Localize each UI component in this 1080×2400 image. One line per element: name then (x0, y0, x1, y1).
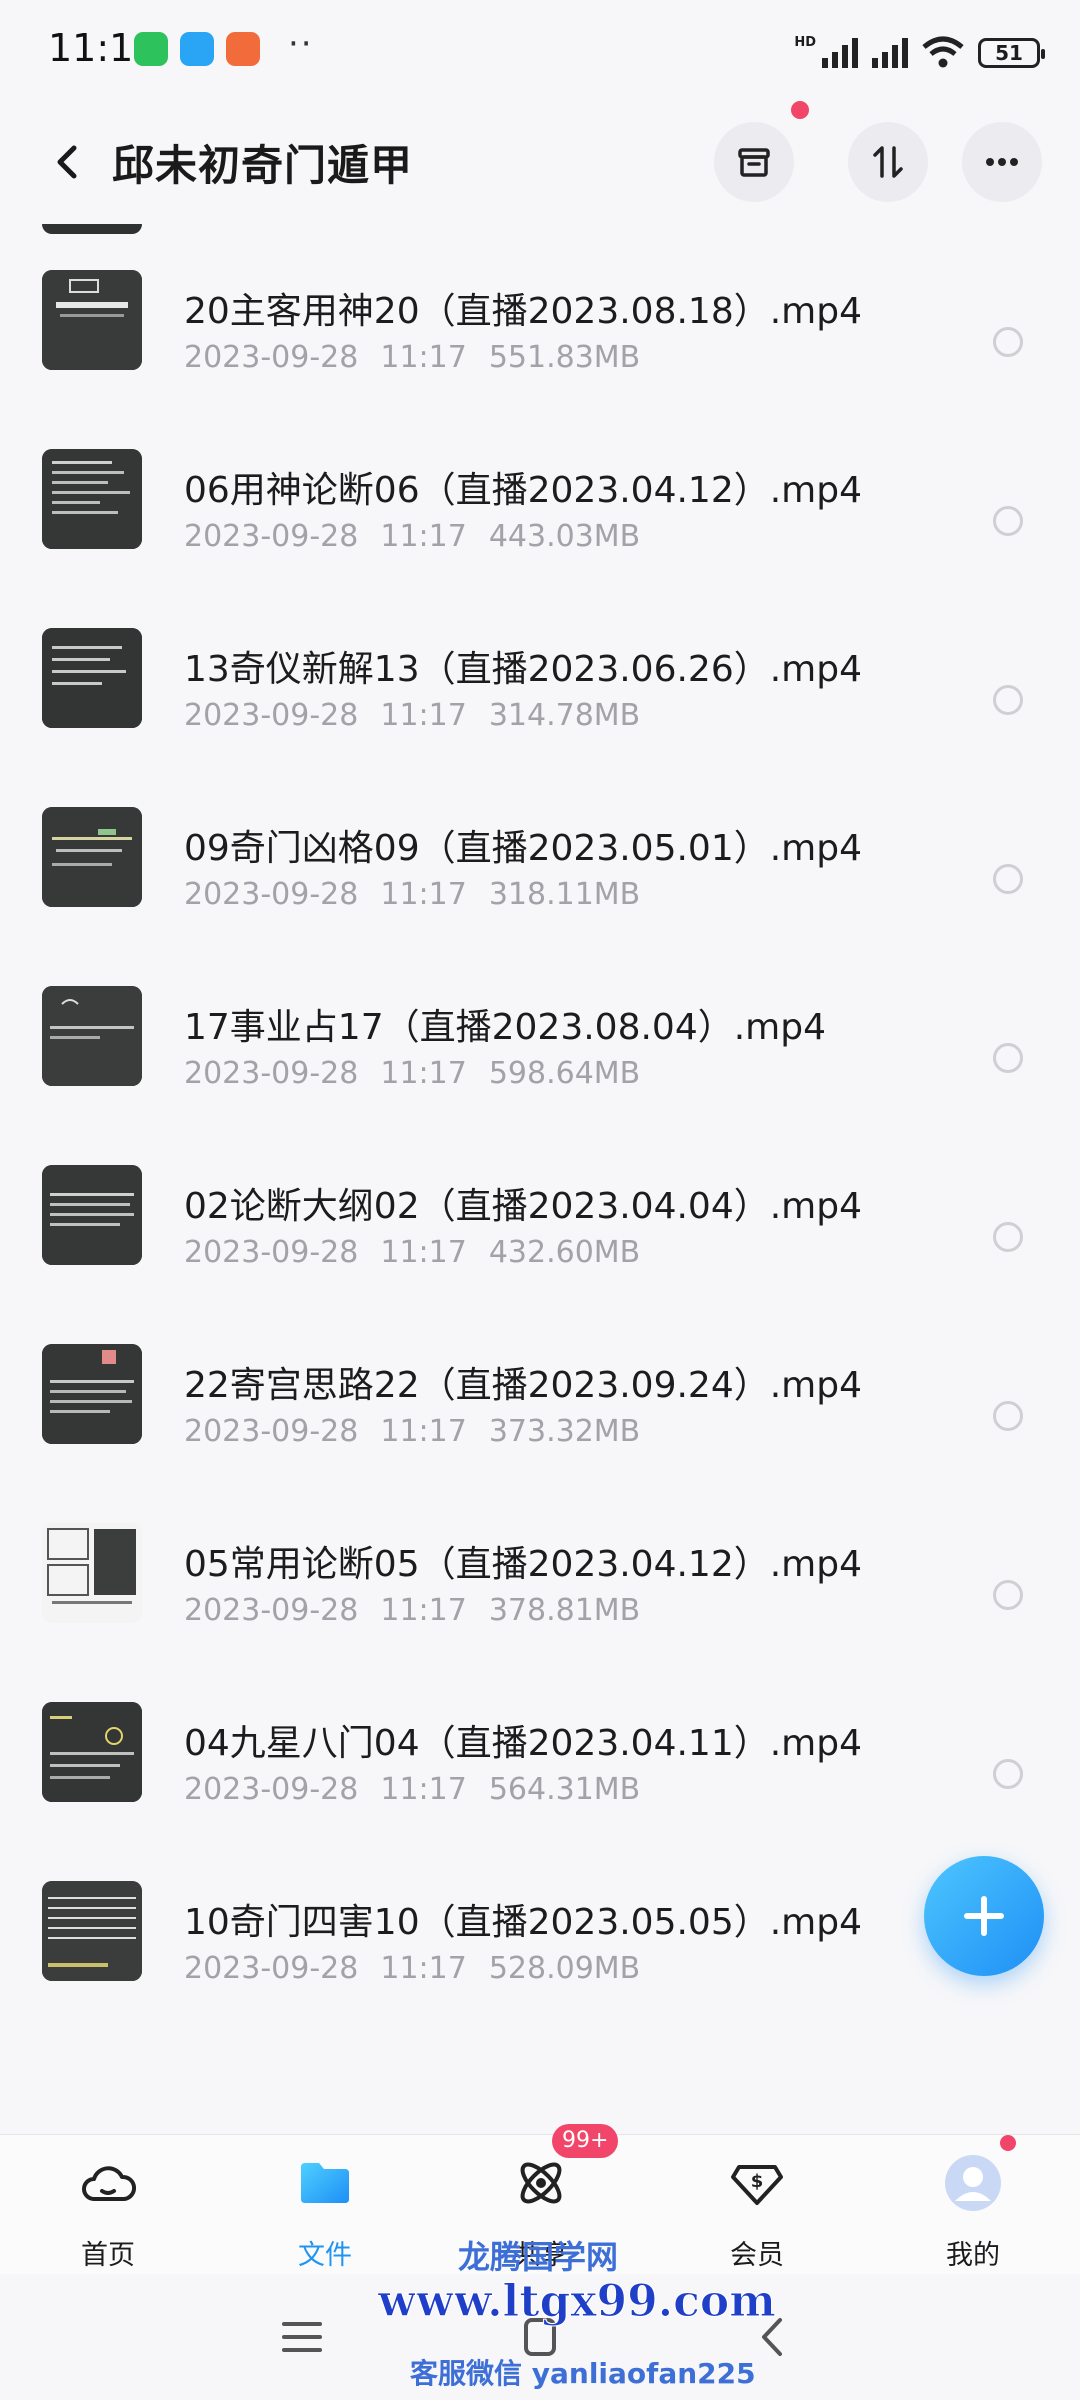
list-item[interactable]: 22寄宫思路22（直播2023.09.24）.mp4 2023-09-28 11:… (0, 1344, 1080, 1523)
list-item[interactable]: 06用神论断06（直播2023.04.12）.mp4 2023-09-28 11:… (0, 449, 1080, 628)
tab-member-label: 会员 (730, 2240, 784, 2271)
video-thumbnail (42, 1344, 142, 1444)
avatar-icon (945, 2155, 1001, 2211)
tab-home-label: 首页 (81, 2240, 135, 2271)
member-badge-icon: $ (731, 2165, 783, 2205)
file-name: 02论断大纲02（直播2023.04.04）.mp4 (184, 1186, 863, 1227)
watermark-url: www.ltgx99.com (378, 2276, 777, 2328)
folder-icon (301, 2163, 349, 2203)
select-checkbox[interactable] (993, 1222, 1023, 1252)
status-bar: 11:19 ·· HD 51 (0, 0, 1080, 100)
video-thumbnail (42, 628, 142, 728)
more-dots-icon (986, 158, 1018, 166)
file-name: 13奇仪新解13（直播2023.06.26）.mp4 (184, 649, 863, 690)
video-thumbnail (42, 270, 142, 370)
list-item[interactable]: 20主客用神20（直播2023.08.18）.mp4 2023-09-28 11:… (0, 270, 1080, 449)
watermark-site-name: 龙腾国学网 (458, 2238, 619, 2276)
plus-icon (964, 1896, 1004, 1936)
app-notification-icon (180, 32, 214, 66)
wifi-icon (922, 36, 964, 68)
menu-lines-icon (282, 2322, 322, 2352)
select-checkbox[interactable] (993, 1580, 1023, 1610)
tab-files[interactable]: 文件 (255, 2149, 395, 2271)
add-button[interactable] (924, 1856, 1044, 1976)
video-thumbnail (42, 1523, 142, 1623)
file-meta: 2023-09-28 11:17 432.60MB (184, 1235, 641, 1270)
notification-dot (791, 101, 809, 119)
tab-home[interactable]: 首页 (38, 2149, 178, 2271)
sort-arrows-icon (873, 146, 903, 178)
file-meta: 2023-09-28 11:17 314.78MB (184, 698, 641, 733)
file-meta: 2023-09-28 11:17 528.09MB (184, 1951, 641, 1986)
video-thumbnail (42, 449, 142, 549)
select-checkbox[interactable] (993, 1759, 1023, 1789)
more-options-button[interactable] (962, 122, 1042, 202)
file-name: 17事业占17（直播2023.08.04）.mp4 (184, 1007, 827, 1048)
cloud-home-icon (82, 2166, 137, 2201)
file-meta: 2023-09-28 11:17 564.31MB (184, 1772, 641, 1807)
select-checkbox[interactable] (993, 1043, 1023, 1073)
video-thumbnail (42, 1881, 142, 1981)
signal-2-icon (872, 36, 908, 68)
file-meta: 2023-09-28 11:17 318.11MB (184, 877, 641, 912)
video-thumbnail (42, 224, 142, 234)
select-checkbox[interactable] (993, 327, 1023, 357)
svg-text:$: $ (751, 2171, 764, 2192)
video-thumbnail (42, 986, 142, 1086)
list-item[interactable]: 13奇仪新解13（直播2023.06.26）.mp4 2023-09-28 11:… (0, 628, 1080, 807)
video-thumbnail (42, 1702, 142, 1802)
page-title: 邱未初奇门遁甲 (112, 141, 414, 190)
archive-button[interactable] (714, 122, 794, 202)
back-button[interactable] (40, 134, 96, 190)
file-name: 05常用论断05（直播2023.04.12）.mp4 (184, 1544, 863, 1585)
list-item[interactable]: 10奇门四害10（直播2023.05.05）.mp4 2023-09-28 11:… (0, 1881, 1080, 2060)
more-notifications-icon: ·· (288, 24, 314, 64)
select-checkbox[interactable] (993, 1401, 1023, 1431)
select-checkbox[interactable] (993, 864, 1023, 894)
list-item[interactable]: 09奇门凶格09（直播2023.05.01）.mp4 2023-09-28 11:… (0, 807, 1080, 986)
file-meta: 2023-09-28 11:17 373.32MB (184, 1414, 641, 1449)
list-item[interactable]: 05常用论断05（直播2023.04.12）.mp4 2023-09-28 11:… (0, 1523, 1080, 1702)
select-checkbox[interactable] (993, 685, 1023, 715)
list-item[interactable]: 04九星八门04（直播2023.04.11）.mp4 2023-09-28 11:… (0, 1702, 1080, 1881)
shopping-notification-icon (226, 32, 260, 66)
profile-notification-dot (1000, 2135, 1016, 2151)
tab-member[interactable]: $ 会员 (687, 2149, 827, 2271)
file-meta: 2023-09-28 11:17 443.03MB (184, 519, 641, 554)
list-item-partial[interactable] (0, 224, 1080, 244)
share-count-badge: 99+ (552, 2124, 619, 2158)
tab-files-label: 文件 (298, 2240, 352, 2271)
list-item[interactable]: 17事业占17（直播2023.08.04）.mp4 2023-09-28 11:1… (0, 986, 1080, 1165)
file-meta: 2023-09-28 11:17 551.83MB (184, 340, 641, 375)
archive-box-icon (738, 148, 770, 177)
hd-indicator: HD (794, 35, 816, 50)
battery-icon: 51 (978, 38, 1045, 68)
file-meta: 2023-09-28 11:17 378.81MB (184, 1593, 641, 1628)
recents-button[interactable] (272, 2312, 332, 2362)
file-name: 04九星八门04（直播2023.04.11）.mp4 (184, 1723, 863, 1764)
file-name: 10奇门四害10（直播2023.05.05）.mp4 (184, 1902, 863, 1943)
chevron-left-icon (57, 145, 77, 179)
signal-1-icon (822, 36, 858, 68)
tab-me[interactable]: 我的 (903, 2149, 1043, 2271)
wechat-notification-icon (134, 32, 168, 66)
file-name: 20主客用神20（直播2023.08.18）.mp4 (184, 291, 863, 332)
video-thumbnail (42, 807, 142, 907)
file-name: 22寄宫思路22（直播2023.09.24）.mp4 (184, 1365, 863, 1406)
header: 邱未初奇门遁甲 (0, 100, 1080, 224)
watermark-contact: 客服微信 yanliaofan225 (410, 2357, 756, 2390)
list-item[interactable]: 02论断大纲02（直播2023.04.04）.mp4 2023-09-28 11:… (0, 1165, 1080, 1344)
share-orbit-icon (520, 2162, 562, 2204)
file-meta: 2023-09-28 11:17 598.64MB (184, 1056, 641, 1091)
select-checkbox[interactable] (993, 506, 1023, 536)
video-thumbnail (42, 1165, 142, 1265)
sort-button[interactable] (848, 122, 928, 202)
file-name: 06用神论断06（直播2023.04.12）.mp4 (184, 470, 863, 511)
file-list[interactable]: 20主客用神20（直播2023.08.18）.mp4 2023-09-28 11:… (0, 224, 1080, 2134)
file-name: 09奇门凶格09（直播2023.05.01）.mp4 (184, 828, 863, 869)
tab-me-label: 我的 (946, 2240, 1000, 2271)
